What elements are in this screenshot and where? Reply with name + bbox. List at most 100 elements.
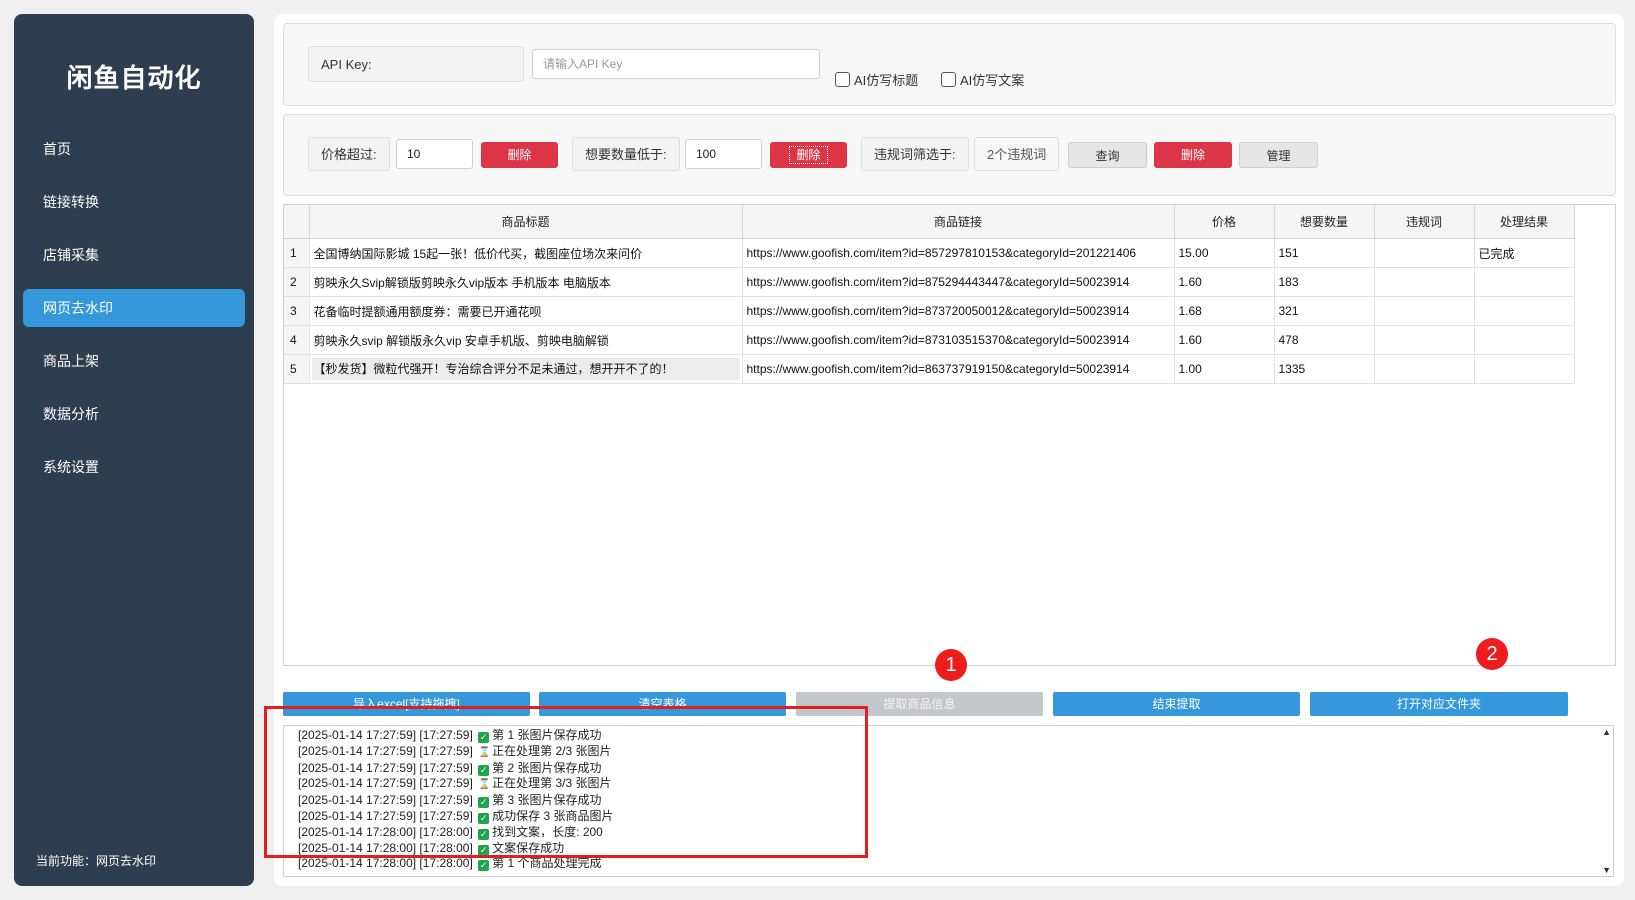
cell-result[interactable]: 已完成 <box>1474 238 1575 268</box>
product-table: 商品标题 商品链接 价格 想要数量 违规词 处理结果 1 全国博纳国际影城 15… <box>283 204 1616 666</box>
cell-result[interactable] <box>1474 325 1575 355</box>
violation-delete-button[interactable]: 删除 <box>1154 142 1232 168</box>
cell-violation[interactable] <box>1374 354 1475 384</box>
cell-title[interactable]: 【秒发货】微粒代强开！专治综合评分不足未通过，想开开不了的！ <box>309 354 743 384</box>
sidebar-item-product-listing[interactable]: 商品上架 <box>23 342 245 380</box>
cell-title[interactable]: 剪映永久Svip解锁版剪映永久vip版本 手机版本 电脑版本 <box>309 267 743 297</box>
cell-title[interactable]: 花备临时提额通用额度券：需要已开通花呗 <box>309 296 743 326</box>
sidebar-nav: 首页 链接转换 店铺采集 网页去水印 商品上架 数据分析 系统设置 <box>14 130 254 501</box>
check-icon: ✓ <box>478 764 490 776</box>
cell-price[interactable]: 1.60 <box>1174 267 1275 297</box>
extract-info-button[interactable]: 提取商品信息 <box>796 692 1043 716</box>
log-line: [2025-01-14 17:27:59] [17:27:59] ✓ 第 1 张图… <box>298 728 614 744</box>
scroll-up-icon[interactable]: ▲ <box>1602 727 1611 737</box>
violation-count: 2个违规词 <box>974 137 1060 171</box>
price-delete-button[interactable]: 删除 <box>481 142 558 168</box>
scroll-down-icon[interactable]: ▼ <box>1602 865 1611 875</box>
log-timestamp: [2025-01-14 17:27:59] [17:27:59] <box>298 743 473 758</box>
log-line: [2025-01-14 17:28:00] [17:28:00] ✓ 文案保存成功 <box>298 841 614 857</box>
check-icon: ✓ <box>478 732 490 743</box>
annotation-marker-2: 2 <box>1476 638 1508 670</box>
table-corner <box>284 205 310 239</box>
log-lines: [2025-01-14 17:27:59] [17:27:59] ✓ 第 1 张图… <box>298 728 614 872</box>
check-icon: ✓ <box>478 828 490 840</box>
log-message: 成功保存 3 张商品图片 <box>492 808 614 823</box>
want-filter-label: 想要数量低于: <box>572 137 680 171</box>
checkbox-box[interactable] <box>941 72 956 87</box>
table-row[interactable]: 3 花备临时提额通用额度券：需要已开通花呗 https://www.goofis… <box>284 296 1575 326</box>
table-row[interactable]: 2 剪映永久Svip解锁版剪映永久vip版本 手机版本 电脑版本 https:/… <box>284 267 1575 297</box>
want-delete-label: 删除 <box>789 146 828 164</box>
app-title: 闲鱼自动化 <box>66 63 202 93</box>
column-header-price[interactable]: 价格 <box>1174 205 1275 239</box>
cell-result[interactable] <box>1474 296 1575 326</box>
log-message: 文案保存成功 <box>492 840 565 855</box>
stop-extract-button[interactable]: 结束提取 <box>1053 692 1300 716</box>
log-timestamp: [2025-01-14 17:27:59] [17:27:59] <box>298 808 473 823</box>
cell-price[interactable]: 15.00 <box>1174 238 1275 268</box>
sidebar-item-home[interactable]: 首页 <box>23 130 245 168</box>
price-filter-input[interactable] <box>396 139 473 169</box>
cell-result[interactable] <box>1474 354 1575 384</box>
log-line: [2025-01-14 17:27:59] [17:27:59] ✓ 第 3 张图… <box>298 793 614 809</box>
cell-price[interactable]: 1.00 <box>1174 354 1275 384</box>
cell-price[interactable]: 1.60 <box>1174 325 1275 355</box>
cell-want[interactable]: 151 <box>1274 238 1375 268</box>
cell-link[interactable]: https://www.goofish.com/item?id=87372005… <box>742 296 1175 326</box>
log-output[interactable]: [2025-01-14 17:27:59] [17:27:59] ✓ 第 1 张图… <box>283 725 1614 877</box>
violation-filter-label: 违规词筛选于: <box>861 137 969 171</box>
log-message: 找到文案，长度: 200 <box>492 824 603 839</box>
column-header-want[interactable]: 想要数量 <box>1274 205 1375 239</box>
table-row[interactable]: 1 全国博纳国际影城 15起一张！低价代买，截图座位场次来问价 https://… <box>284 238 1575 268</box>
column-header-violation[interactable]: 违规词 <box>1374 205 1475 239</box>
hourglass-icon: ⌛ <box>478 779 491 791</box>
check-icon: ✓ <box>478 860 490 872</box>
sidebar-item-remove-watermark[interactable]: 网页去水印 <box>23 289 245 327</box>
table-row[interactable]: 4 剪映永久svip 解锁版永久vip 安卓手机版、剪映电脑解锁 https:/… <box>284 325 1575 355</box>
checkbox-box[interactable] <box>835 72 850 87</box>
log-message: 正在处理第 3/3 张图片 <box>492 776 612 791</box>
cell-violation[interactable] <box>1374 325 1475 355</box>
api-key-input[interactable] <box>532 49 820 79</box>
sidebar-item-link-convert[interactable]: 链接转换 <box>23 183 245 221</box>
cell-violation[interactable] <box>1374 267 1475 297</box>
cell-link[interactable]: https://www.goofish.com/item?id=87310351… <box>742 325 1175 355</box>
cell-violation[interactable] <box>1374 238 1475 268</box>
want-filter-input[interactable] <box>685 139 762 169</box>
log-timestamp: [2025-01-14 17:28:00] [17:28:00] <box>298 840 473 855</box>
cell-link[interactable]: https://www.goofish.com/item?id=86373791… <box>742 354 1175 384</box>
cell-link[interactable]: https://www.goofish.com/item?id=87529444… <box>742 267 1175 297</box>
cell-title-text: 【秒发货】微粒代强开！专治综合评分不足未通过，想开开不了的！ <box>311 358 740 380</box>
price-filter-label: 价格超过: <box>308 137 390 171</box>
manage-button[interactable]: 管理 <box>1239 142 1318 168</box>
annotation-marker-1: 1 <box>935 649 967 681</box>
log-timestamp: [2025-01-14 17:27:59] [17:27:59] <box>298 793 473 808</box>
import-excel-button[interactable]: 导入excel[支持拖拽] <box>283 692 530 716</box>
want-delete-button[interactable]: 删除 <box>770 142 847 168</box>
cell-title[interactable]: 剪映永久svip 解锁版永久vip 安卓手机版、剪映电脑解锁 <box>309 325 743 355</box>
cell-want[interactable]: 183 <box>1274 267 1375 297</box>
clear-table-button[interactable]: 清空表格 <box>539 692 786 716</box>
open-folder-button[interactable]: 打开对应文件夹 <box>1310 692 1568 716</box>
column-header-title[interactable]: 商品标题 <box>309 205 743 239</box>
cell-want[interactable]: 321 <box>1274 296 1375 326</box>
log-timestamp: [2025-01-14 17:27:59] [17:27:59] <box>298 728 473 742</box>
ai-title-checkbox[interactable]: AI仿写标题 <box>835 70 918 89</box>
cell-price[interactable]: 1.68 <box>1174 296 1275 326</box>
sidebar-item-data-analysis[interactable]: 数据分析 <box>23 395 245 433</box>
cell-result[interactable] <box>1474 267 1575 297</box>
cell-violation[interactable] <box>1374 296 1475 326</box>
column-header-link[interactable]: 商品链接 <box>742 205 1175 239</box>
row-number: 4 <box>284 325 310 355</box>
column-header-result[interactable]: 处理结果 <box>1474 205 1575 239</box>
sidebar-item-shop-collect[interactable]: 店铺采集 <box>23 236 245 274</box>
row-number: 5 <box>284 354 310 384</box>
table-row[interactable]: 5 【秒发货】微粒代强开！专治综合评分不足未通过，想开开不了的！ https:/… <box>284 354 1575 384</box>
sidebar-item-settings[interactable]: 系统设置 <box>23 448 245 486</box>
cell-title[interactable]: 全国博纳国际影城 15起一张！低价代买，截图座位场次来问价 <box>309 238 743 268</box>
cell-want[interactable]: 478 <box>1274 325 1375 355</box>
query-button[interactable]: 查询 <box>1068 142 1147 168</box>
ai-copy-checkbox[interactable]: AI仿写文案 <box>941 70 1024 89</box>
cell-want[interactable]: 1335 <box>1274 354 1375 384</box>
cell-link[interactable]: https://www.goofish.com/item?id=85729781… <box>742 238 1175 268</box>
